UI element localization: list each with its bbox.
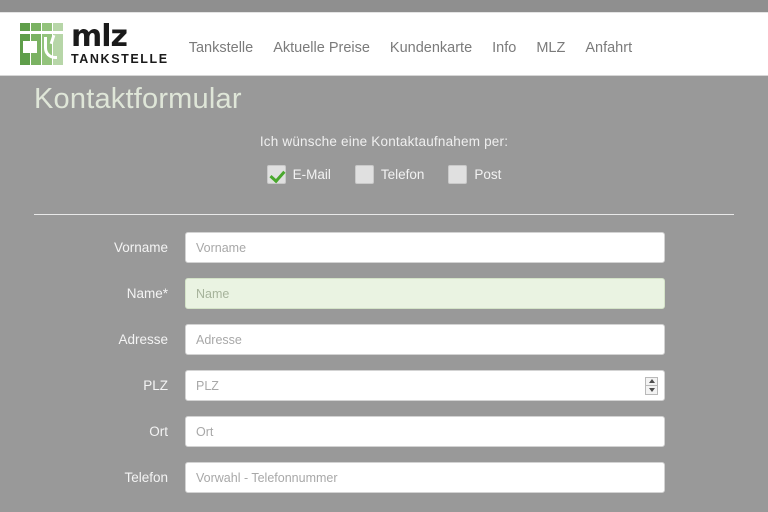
nav-item-kundenkarte[interactable]: Kundenkarte xyxy=(390,40,472,56)
contact-preference-block: Ich wünsche eine Kontaktaufnahem per: E-… xyxy=(0,134,768,184)
checkbox-label-telefon: Telefon xyxy=(380,167,425,182)
nav-item-tankstelle[interactable]: Tankstelle xyxy=(189,40,253,56)
main-navigation: Tankstelle Aktuelle Preise Kundenkarte I… xyxy=(189,40,632,56)
form-row-telefon: Telefon Vorwahl - Telefonnummer xyxy=(0,462,768,493)
logo-wordmark: mlz TANKSTELLE xyxy=(71,18,169,66)
input-plz[interactable]: PLZ xyxy=(185,370,665,401)
checkbox-email[interactable] xyxy=(266,165,286,184)
checkbox-label-post: Post xyxy=(474,167,502,182)
form-row-ort: Ort Ort xyxy=(0,416,768,447)
form-row-vorname: Vorname Vorname xyxy=(0,232,768,263)
spinner-up-arrow-icon[interactable] xyxy=(646,378,657,386)
logo-brand-name: mlz xyxy=(71,18,128,54)
form-row-plz: PLZ PLZ xyxy=(0,370,768,401)
fuel-pump-logo-icon xyxy=(20,23,64,65)
logo-tagline: TANKSTELLE xyxy=(71,51,169,66)
placeholder-telefon: Vorwahl - Telefonnummer xyxy=(196,470,338,485)
placeholder-adresse: Adresse xyxy=(196,332,242,347)
checkbox-label-email: E-Mail xyxy=(292,167,331,182)
checkbox-post[interactable] xyxy=(448,165,468,184)
label-ort: Ort xyxy=(149,424,168,439)
checkbox-option-telefon[interactable]: Telefon xyxy=(354,165,425,184)
input-adresse[interactable]: Adresse xyxy=(185,324,665,355)
section-divider xyxy=(34,214,734,215)
label-name: Name* xyxy=(126,286,168,301)
site-header: mlz TANKSTELLE Tankstelle Aktuelle Preis… xyxy=(0,12,768,76)
contact-form: Vorname Vorname Name* Name Adresse Adres… xyxy=(0,232,768,508)
site-logo[interactable]: mlz TANKSTELLE xyxy=(20,18,169,66)
number-spinner-plz[interactable] xyxy=(645,376,658,395)
placeholder-name: Name xyxy=(196,286,230,301)
input-name[interactable]: Name xyxy=(185,278,665,309)
input-ort[interactable]: Ort xyxy=(185,416,665,447)
label-vorname: Vorname xyxy=(113,240,168,255)
nav-item-aktuelle-preise[interactable]: Aktuelle Preise xyxy=(273,40,370,56)
input-vorname[interactable]: Vorname xyxy=(185,232,665,263)
form-row-adresse: Adresse Adresse xyxy=(0,324,768,355)
nav-item-anfahrt[interactable]: Anfahrt xyxy=(585,40,632,56)
placeholder-vorname: Vorname xyxy=(196,240,247,255)
label-telefon: Telefon xyxy=(124,470,168,485)
contact-preference-options: E-Mail Telefon Post xyxy=(0,165,768,184)
contact-preference-question: Ich wünsche eine Kontaktaufnahem per: xyxy=(259,134,509,149)
input-telefon[interactable]: Vorwahl - Telefonnummer xyxy=(185,462,665,493)
page-title: Kontaktformular xyxy=(34,83,242,115)
top-strip xyxy=(0,0,768,12)
checkbox-option-email[interactable]: E-Mail xyxy=(266,165,331,184)
checkbox-telefon[interactable] xyxy=(354,165,374,184)
spinner-down-arrow-icon[interactable] xyxy=(646,386,657,394)
logo-notch xyxy=(20,31,63,34)
logo-pump-body xyxy=(23,41,37,53)
label-adresse: Adresse xyxy=(118,332,168,347)
form-row-name: Name* Name xyxy=(0,278,768,309)
placeholder-ort: Ort xyxy=(196,424,214,439)
nav-item-info[interactable]: Info xyxy=(492,40,516,56)
checkbox-option-post[interactable]: Post xyxy=(448,165,501,184)
label-plz: PLZ xyxy=(143,378,168,393)
placeholder-plz: PLZ xyxy=(196,378,219,393)
nav-item-mlz[interactable]: MLZ xyxy=(536,40,565,56)
